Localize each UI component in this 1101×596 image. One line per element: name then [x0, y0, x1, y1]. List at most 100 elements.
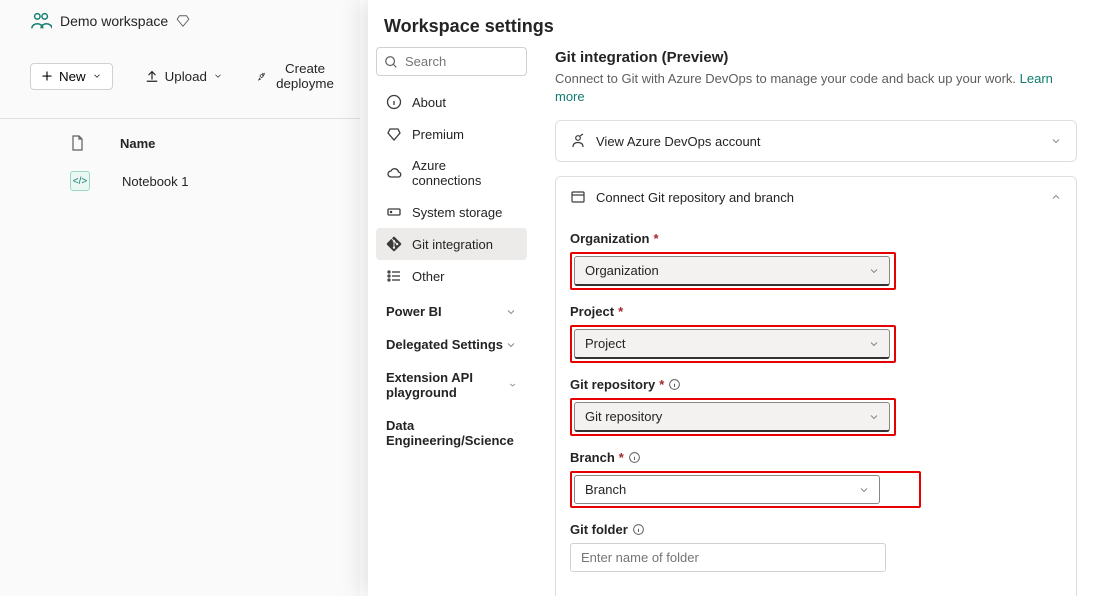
section-desc-text: Connect to Git with Azure DevOps to mana… [555, 71, 1020, 86]
nav-item-label: Git integration [412, 237, 493, 252]
list-icon [386, 268, 402, 284]
nav-item-other[interactable]: Other [376, 260, 527, 292]
chevron-down-icon [92, 71, 102, 81]
field-project: Project * Project [570, 304, 1062, 363]
plus-icon [41, 70, 53, 82]
field-git-repository: Git repository * Git repository [570, 377, 1062, 436]
nav-item-azure-connections[interactable]: Azure connections [376, 150, 527, 196]
list-header: Name [0, 119, 360, 161]
diamond-icon [386, 126, 402, 142]
card-view-devops-account: View Azure DevOps account [555, 120, 1077, 162]
required-asterisk: * [653, 231, 658, 246]
highlight-repo: Git repository [570, 398, 896, 436]
branch-select[interactable]: Branch [574, 475, 880, 504]
chevron-down-icon [508, 379, 517, 391]
nav-item-label: Premium [412, 127, 464, 142]
nav-group-label: Power BI [386, 304, 442, 319]
section-title: Git integration (Preview) [555, 49, 1077, 66]
settings-nav: About Premium Azure connections System s… [368, 43, 535, 596]
notebook-icon: </> [70, 171, 90, 191]
chevron-up-icon [1050, 191, 1062, 203]
upload-button-label: Upload [165, 69, 207, 84]
project-select[interactable]: Project [574, 329, 890, 359]
chevron-down-icon [1050, 135, 1062, 147]
info-icon[interactable] [628, 451, 641, 464]
settings-search-input[interactable] [376, 47, 527, 76]
nav-group-extension-api[interactable]: Extension API playground [376, 358, 527, 406]
premium-diamond-icon [176, 14, 190, 28]
nav-item-system-storage[interactable]: System storage [376, 196, 527, 228]
nav-item-label: Other [412, 269, 445, 284]
info-icon [386, 94, 402, 110]
nav-item-label: System storage [412, 205, 502, 220]
item-name: Notebook 1 [122, 174, 189, 189]
section-description: Connect to Git with Azure DevOps to mana… [555, 70, 1077, 106]
card-connect-git-repo: Connect Git repository and branch Organi… [555, 176, 1077, 596]
nav-group-power-bi[interactable]: Power BI [376, 292, 527, 325]
repo-icon [570, 189, 586, 205]
highlight-project: Project [570, 325, 896, 363]
chevron-down-icon [213, 71, 223, 81]
field-organization: Organization * Organization [570, 231, 1062, 290]
required-asterisk: * [619, 450, 624, 465]
workspace-settings-panel: Workspace settings About Premium Azure c… [368, 0, 1101, 596]
new-button-label: New [59, 69, 86, 84]
upload-icon [145, 69, 159, 83]
create-deployment-label: Create deployme [272, 61, 338, 91]
create-deployment-button[interactable]: Create deployme [251, 56, 344, 96]
workspace-people-icon [30, 10, 52, 32]
git-repository-select[interactable]: Git repository [574, 402, 890, 432]
nav-item-premium[interactable]: Premium [376, 118, 527, 150]
highlight-organization: Organization [570, 252, 896, 290]
field-git-folder: Git folder [570, 522, 1062, 572]
organization-select[interactable]: Organization [574, 256, 890, 286]
git-icon [386, 236, 402, 252]
card-header[interactable]: View Azure DevOps account [556, 121, 1076, 161]
chevron-down-icon [505, 306, 517, 318]
info-icon[interactable] [632, 523, 645, 536]
account-icon [570, 133, 586, 149]
git-folder-input[interactable] [570, 543, 886, 572]
chevron-down-icon [514, 427, 517, 439]
card-body: Organization * Organization Project * [556, 231, 1076, 596]
required-asterisk: * [659, 377, 664, 392]
workspace-background: Demo workspace New Upload Create deploym… [0, 0, 360, 596]
branch-label: Branch [570, 450, 615, 465]
column-name[interactable]: Name [120, 136, 155, 151]
nav-item-about[interactable]: About [376, 86, 527, 118]
search-icon [384, 55, 398, 69]
search-wrap [376, 47, 527, 76]
required-asterisk: * [618, 304, 623, 319]
document-icon [70, 135, 84, 151]
upload-button[interactable]: Upload [135, 64, 233, 89]
nav-group-label: Extension API playground [386, 370, 508, 400]
highlight-branch: Branch [570, 471, 921, 508]
panel-title: Workspace settings [368, 0, 1101, 43]
nav-item-git-integration[interactable]: Git integration [376, 228, 527, 260]
org-label: Organization [570, 231, 649, 246]
settings-content: Git integration (Preview) Connect to Git… [535, 43, 1101, 596]
chevron-down-icon [505, 339, 517, 351]
project-label: Project [570, 304, 614, 319]
nav-group-data-engineering[interactable]: Data Engineering/Science [376, 406, 527, 454]
field-branch: Branch * Branch [570, 450, 1062, 508]
nav-group-label: Data Engineering/Science [386, 418, 514, 448]
card-header[interactable]: Connect Git repository and branch [556, 177, 1076, 217]
nav-item-label: About [412, 95, 446, 110]
folder-label: Git folder [570, 522, 628, 537]
workspace-toolbar: New Upload Create deployme [0, 46, 360, 96]
deployment-rocket-icon [257, 69, 266, 83]
card-title: Connect Git repository and branch [596, 190, 794, 205]
nav-group-delegated-settings[interactable]: Delegated Settings [376, 325, 527, 358]
storage-icon [386, 204, 402, 220]
workspace-header: Demo workspace [0, 0, 360, 32]
new-button[interactable]: New [30, 63, 113, 90]
card-title: View Azure DevOps account [596, 134, 761, 149]
nav-group-label: Delegated Settings [386, 337, 503, 352]
repo-label: Git repository [570, 377, 655, 392]
info-icon[interactable] [668, 378, 681, 391]
workspace-name: Demo workspace [60, 13, 168, 29]
nav-item-label: Azure connections [412, 158, 517, 188]
list-item[interactable]: </> Notebook 1 [0, 161, 360, 201]
cloud-icon [386, 165, 402, 181]
